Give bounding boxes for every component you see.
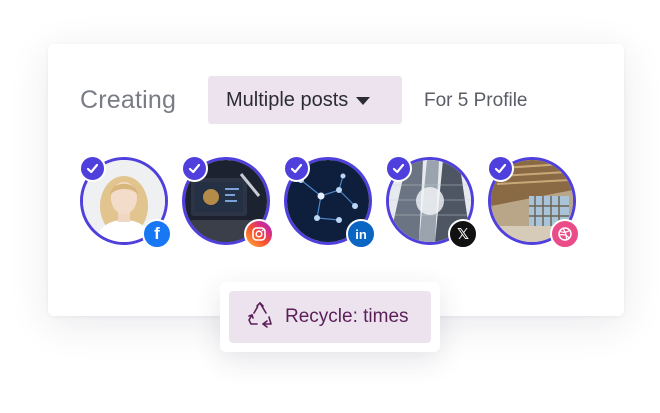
creating-label: Creating: [80, 86, 177, 114]
post-type-dropdown[interactable]: Multiple posts: [208, 76, 402, 124]
profile-dribbble[interactable]: [487, 155, 580, 249]
caret-down-icon: [356, 97, 371, 105]
x-icon: 𝕏: [448, 219, 478, 249]
linkedin-icon: in: [346, 219, 376, 249]
recycle-icon: [245, 300, 275, 335]
recycle-button[interactable]: Recycle: times: [229, 291, 431, 343]
facebook-icon: f: [142, 219, 172, 249]
instagram-icon: [244, 219, 274, 249]
profile-facebook[interactable]: f: [79, 155, 172, 249]
profile-instagram[interactable]: [181, 155, 274, 249]
profile-x[interactable]: 𝕏: [385, 155, 478, 249]
dribbble-icon: [550, 219, 580, 249]
selected-check-icon: [79, 155, 106, 182]
profile-count-text: For 5 Profile: [424, 90, 528, 111]
post-type-value: Multiple posts: [226, 88, 349, 111]
selected-check-icon: [487, 155, 514, 182]
profile-linkedin[interactable]: in: [283, 155, 376, 249]
recycle-label: Recycle: times: [285, 306, 409, 327]
selected-check-icon: [385, 155, 412, 182]
selected-check-icon: [283, 155, 310, 182]
selected-check-icon: [181, 155, 208, 182]
